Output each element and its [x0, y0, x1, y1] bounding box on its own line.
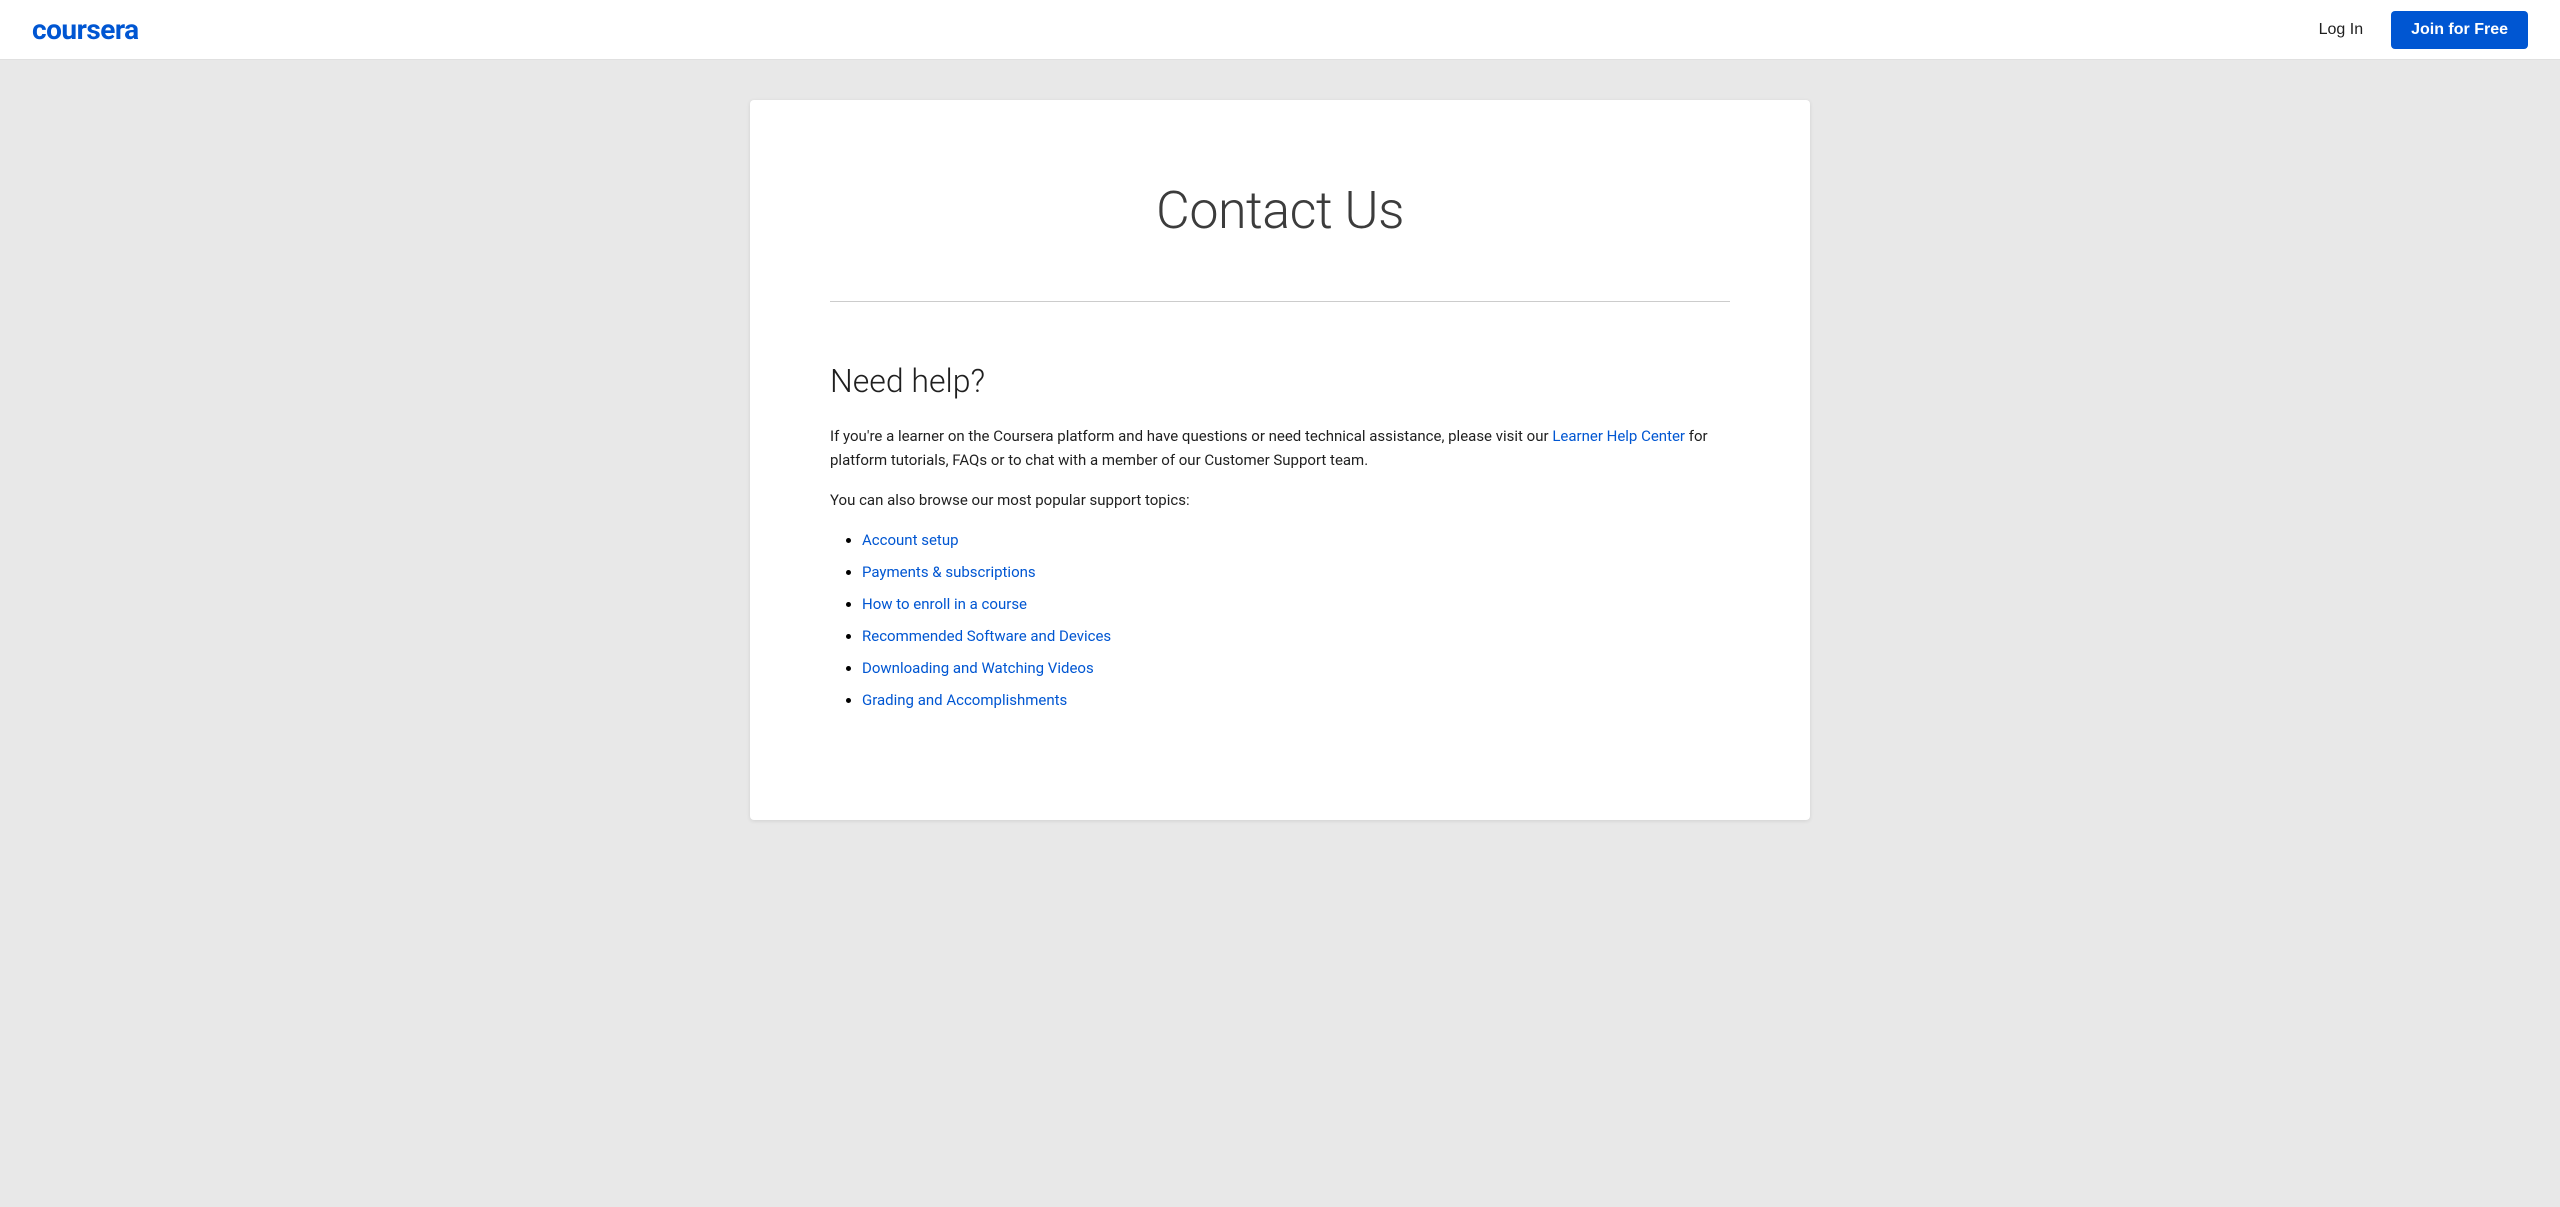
login-button[interactable]: Log In: [2307, 13, 2375, 47]
join-button[interactable]: Join for Free: [2391, 11, 2528, 49]
intro-text-before: If you're a learner on the Coursera plat…: [830, 427, 1549, 445]
list-item: Grading and Accomplishments: [862, 688, 1730, 712]
list-item: How to enroll in a course: [862, 592, 1730, 616]
list-item: Payments & subscriptions: [862, 560, 1730, 584]
browse-text: You can also browse our most popular sup…: [830, 488, 1730, 512]
topic-link[interactable]: Recommended Software and Devices: [862, 627, 1111, 645]
site-header: coursera Log In Join for Free: [0, 0, 2560, 60]
page-title: Contact Us: [830, 180, 1730, 241]
section-heading: Need help?: [830, 362, 1730, 400]
logo[interactable]: coursera: [32, 13, 139, 46]
list-item: Recommended Software and Devices: [862, 624, 1730, 648]
help-section: Need help? If you're a learner on the Co…: [830, 362, 1730, 712]
topic-link[interactable]: Downloading and Watching Videos: [862, 659, 1094, 677]
divider: [830, 301, 1730, 302]
list-item: Account setup: [862, 528, 1730, 552]
topics-list: Account setup Payments & subscriptions How…: [830, 528, 1730, 712]
topic-link[interactable]: Grading and Accomplishments: [862, 691, 1067, 709]
intro-paragraph: If you're a learner on the Coursera plat…: [830, 424, 1730, 472]
learner-help-center-link[interactable]: Learner Help Center: [1552, 427, 1685, 445]
topic-link[interactable]: How to enroll in a course: [862, 595, 1027, 613]
logo-text: coursera: [32, 13, 139, 46]
page-background: Contact Us Need help? If you're a learne…: [0, 60, 2560, 1207]
list-item: Downloading and Watching Videos: [862, 656, 1730, 680]
topic-link[interactable]: Account setup: [862, 531, 959, 549]
content-card: Contact Us Need help? If you're a learne…: [750, 100, 1810, 820]
topic-link[interactable]: Payments & subscriptions: [862, 563, 1036, 581]
header-actions: Log In Join for Free: [2307, 11, 2528, 49]
